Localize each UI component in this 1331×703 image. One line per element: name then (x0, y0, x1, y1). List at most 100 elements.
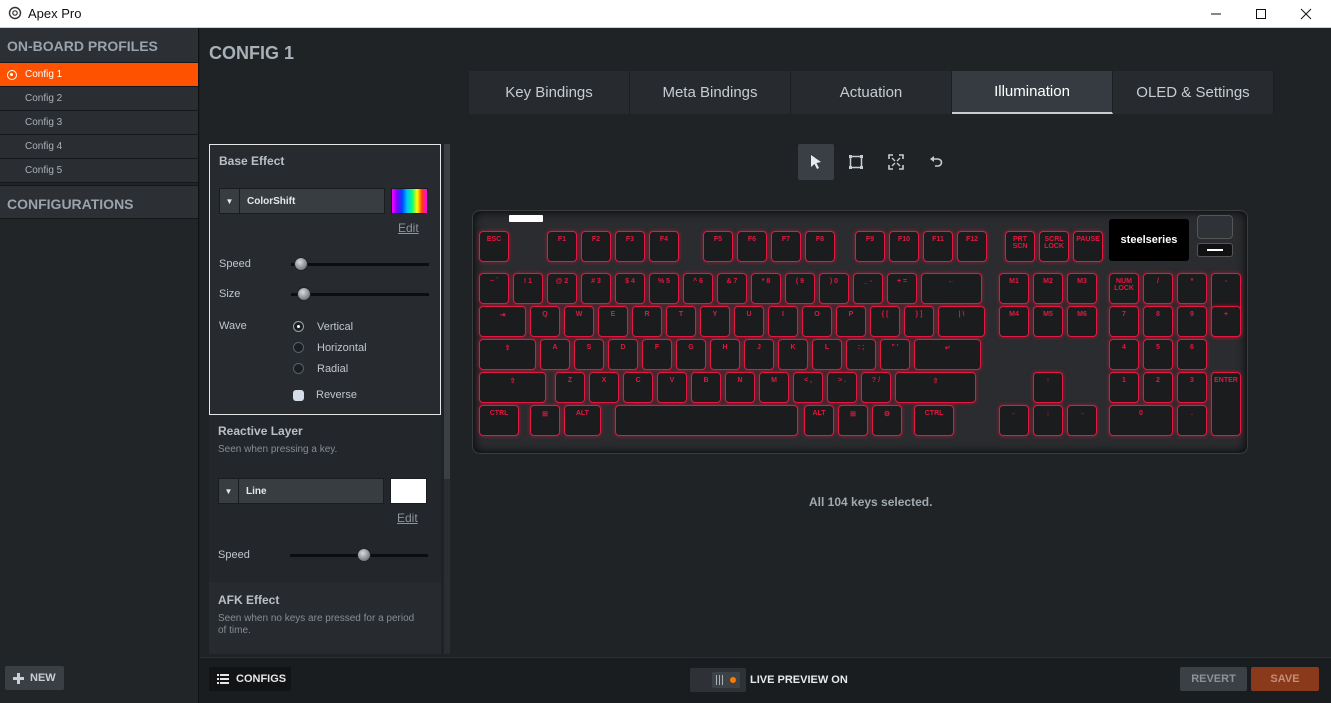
reactive-edit-link[interactable]: Edit (397, 511, 418, 525)
keyboard-key[interactable]: + (1211, 306, 1241, 337)
keyboard-key[interactable]: 4 (1109, 339, 1139, 370)
keyboard-key[interactable] (615, 405, 798, 436)
keyboard-key[interactable]: F11 (923, 231, 953, 262)
keyboard-key[interactable]: | \ (938, 306, 985, 337)
configurations-heading[interactable]: CONFIGURATIONS (0, 185, 198, 219)
keyboard-preview[interactable]: steelseries ESC F1 F2 F3 F4 F5 F6 F7 F8 F9 F10 F11 F… (472, 210, 1248, 454)
keyboard-key[interactable]: Q (530, 306, 560, 337)
wave-radial-radio[interactable] (293, 363, 304, 374)
keyboard-key[interactable]: % 5 (649, 273, 679, 304)
sidebar-item-config-1[interactable]: Config 1 (0, 63, 198, 87)
keyboard-key[interactable]: . (1177, 405, 1207, 436)
keyboard-key[interactable]: M3 (1067, 273, 1097, 304)
keyboard-key[interactable]: { [ (870, 306, 900, 337)
keyboard-key[interactable]: D (608, 339, 638, 370)
keyboard-key[interactable]: P (836, 306, 866, 337)
panel-scrollbar[interactable] (444, 144, 450, 654)
reactive-effect-dropdown[interactable]: ▼ Line (218, 478, 384, 504)
keyboard-key[interactable]: & 7 (717, 273, 747, 304)
keyboard-key[interactable]: F12 (957, 231, 987, 262)
keyboard-key[interactable]: Z (555, 372, 585, 403)
sidebar-item-config-5[interactable]: Config 5 (0, 159, 198, 183)
keyboard-key[interactable]: # 3 (581, 273, 611, 304)
keyboard-key[interactable]: CTRL (479, 405, 520, 436)
keyboard-key[interactable]: M5 (1033, 306, 1063, 337)
box-select-tool-button[interactable] (838, 144, 874, 180)
keyboard-key[interactable]: K (778, 339, 808, 370)
keyboard-key[interactable]: 3 (1177, 372, 1207, 403)
keyboard-key[interactable]: 0 (1109, 405, 1173, 436)
keyboard-key[interactable]: + = (887, 273, 917, 304)
keyboard-key[interactable]: F4 (649, 231, 679, 262)
keyboard-key[interactable]: < , (793, 372, 823, 403)
keyboard-key[interactable]: NUM LOCK (1109, 273, 1139, 304)
keyboard-key[interactable]: F1 (547, 231, 577, 262)
select-all-tool-button[interactable] (878, 144, 914, 180)
size-slider-track[interactable] (291, 293, 429, 296)
keyboard-key[interactable]: $ 4 (615, 273, 645, 304)
keyboard-key[interactable]: SCRL LOCK (1039, 231, 1069, 262)
keyboard-key[interactable]: ⚙ (872, 405, 902, 436)
keyboard-key[interactable]: ⇪ (479, 339, 537, 370)
keyboard-key[interactable]: M4 (999, 306, 1029, 337)
keyboard-key[interactable]: I (768, 306, 798, 337)
keyboard-key[interactable]: " ' (880, 339, 910, 370)
keyboard-key[interactable]: ↵ (914, 339, 982, 370)
keyboard-key[interactable]: F (642, 339, 672, 370)
revert-button[interactable]: REVERT (1180, 667, 1247, 691)
keyboard-key[interactable]: * 8 (751, 273, 781, 304)
keyboard-key[interactable]: 9 (1177, 306, 1207, 337)
keyboard-key[interactable]: F2 (581, 231, 611, 262)
keyboard-key[interactable]: * (1177, 273, 1207, 304)
keyboard-key[interactable]: U (734, 306, 764, 337)
keyboard-key[interactable]: > . (827, 372, 857, 403)
keyboard-key[interactable]: ↑ (1033, 372, 1063, 403)
keyboard-key[interactable]: A (540, 339, 570, 370)
maximize-button[interactable] (1238, 0, 1284, 28)
keyboard-key[interactable]: ALT (804, 405, 834, 436)
keyboard-key[interactable]: F5 (703, 231, 733, 262)
base-effect-edit-link[interactable]: Edit (398, 221, 419, 235)
reverse-label[interactable]: Reverse (316, 389, 357, 401)
keyboard-key[interactable]: ↓ (1033, 405, 1063, 436)
tab-key-bindings[interactable]: Key Bindings (469, 71, 630, 114)
keyboard-key[interactable]: } ] (904, 306, 934, 337)
wave-horizontal-label[interactable]: Horizontal (317, 342, 367, 354)
keyboard-key[interactable]: ) 0 (819, 273, 849, 304)
keyboard-key[interactable]: ~ ` (479, 273, 509, 304)
keyboard-key[interactable]: → (1067, 405, 1097, 436)
base-effect-section[interactable]: Base Effect ▼ ColorShift Edit Speed Size… (209, 144, 441, 415)
keyboard-key[interactable]: L (812, 339, 842, 370)
wave-radial-label[interactable]: Radial (317, 363, 348, 375)
keyboard-key[interactable]: ← (921, 273, 982, 304)
afk-effect-section[interactable]: AFK Effect Seen when no keys are pressed… (209, 582, 441, 654)
keyboard-key[interactable]: @ 2 (547, 273, 577, 304)
keyboard-key[interactable]: : ; (846, 339, 876, 370)
close-button[interactable] (1283, 0, 1329, 28)
keyboard-key[interactable]: T (666, 306, 696, 337)
keyboard-key[interactable]: 8 (1143, 306, 1173, 337)
keyboard-key[interactable]: E (598, 306, 628, 337)
wave-horizontal-radio[interactable] (293, 342, 304, 353)
sidebar-item-config-4[interactable]: Config 4 (0, 135, 198, 159)
colorshift-swatch[interactable] (391, 188, 428, 214)
wave-vertical-radio[interactable] (293, 321, 304, 332)
tab-meta-bindings[interactable]: Meta Bindings (630, 71, 791, 114)
tab-actuation[interactable]: Actuation (791, 71, 952, 114)
keyboard-key[interactable]: / (1143, 273, 1173, 304)
keyboard-key[interactable]: F8 (805, 231, 835, 262)
keyboard-key[interactable]: 1 (1109, 372, 1139, 403)
keyboard-key[interactable]: ALT (564, 405, 601, 436)
keyboard-key[interactable]: Y (700, 306, 730, 337)
undo-tool-button[interactable] (918, 144, 954, 180)
keyboard-key[interactable]: 2 (1143, 372, 1173, 403)
keyboard-key[interactable]: CTRL (914, 405, 955, 436)
tab-oled-settings[interactable]: OLED & Settings (1113, 71, 1274, 114)
minimize-button[interactable] (1193, 0, 1239, 28)
keyboard-key[interactable]: O (802, 306, 832, 337)
keyboard-key[interactable]: ? / (861, 372, 891, 403)
keyboard-key[interactable]: G (676, 339, 706, 370)
save-button[interactable]: SAVE (1251, 667, 1319, 691)
keyboard-key[interactable]: ⊞ (838, 405, 868, 436)
base-effect-dropdown[interactable]: ▼ ColorShift (219, 188, 385, 214)
